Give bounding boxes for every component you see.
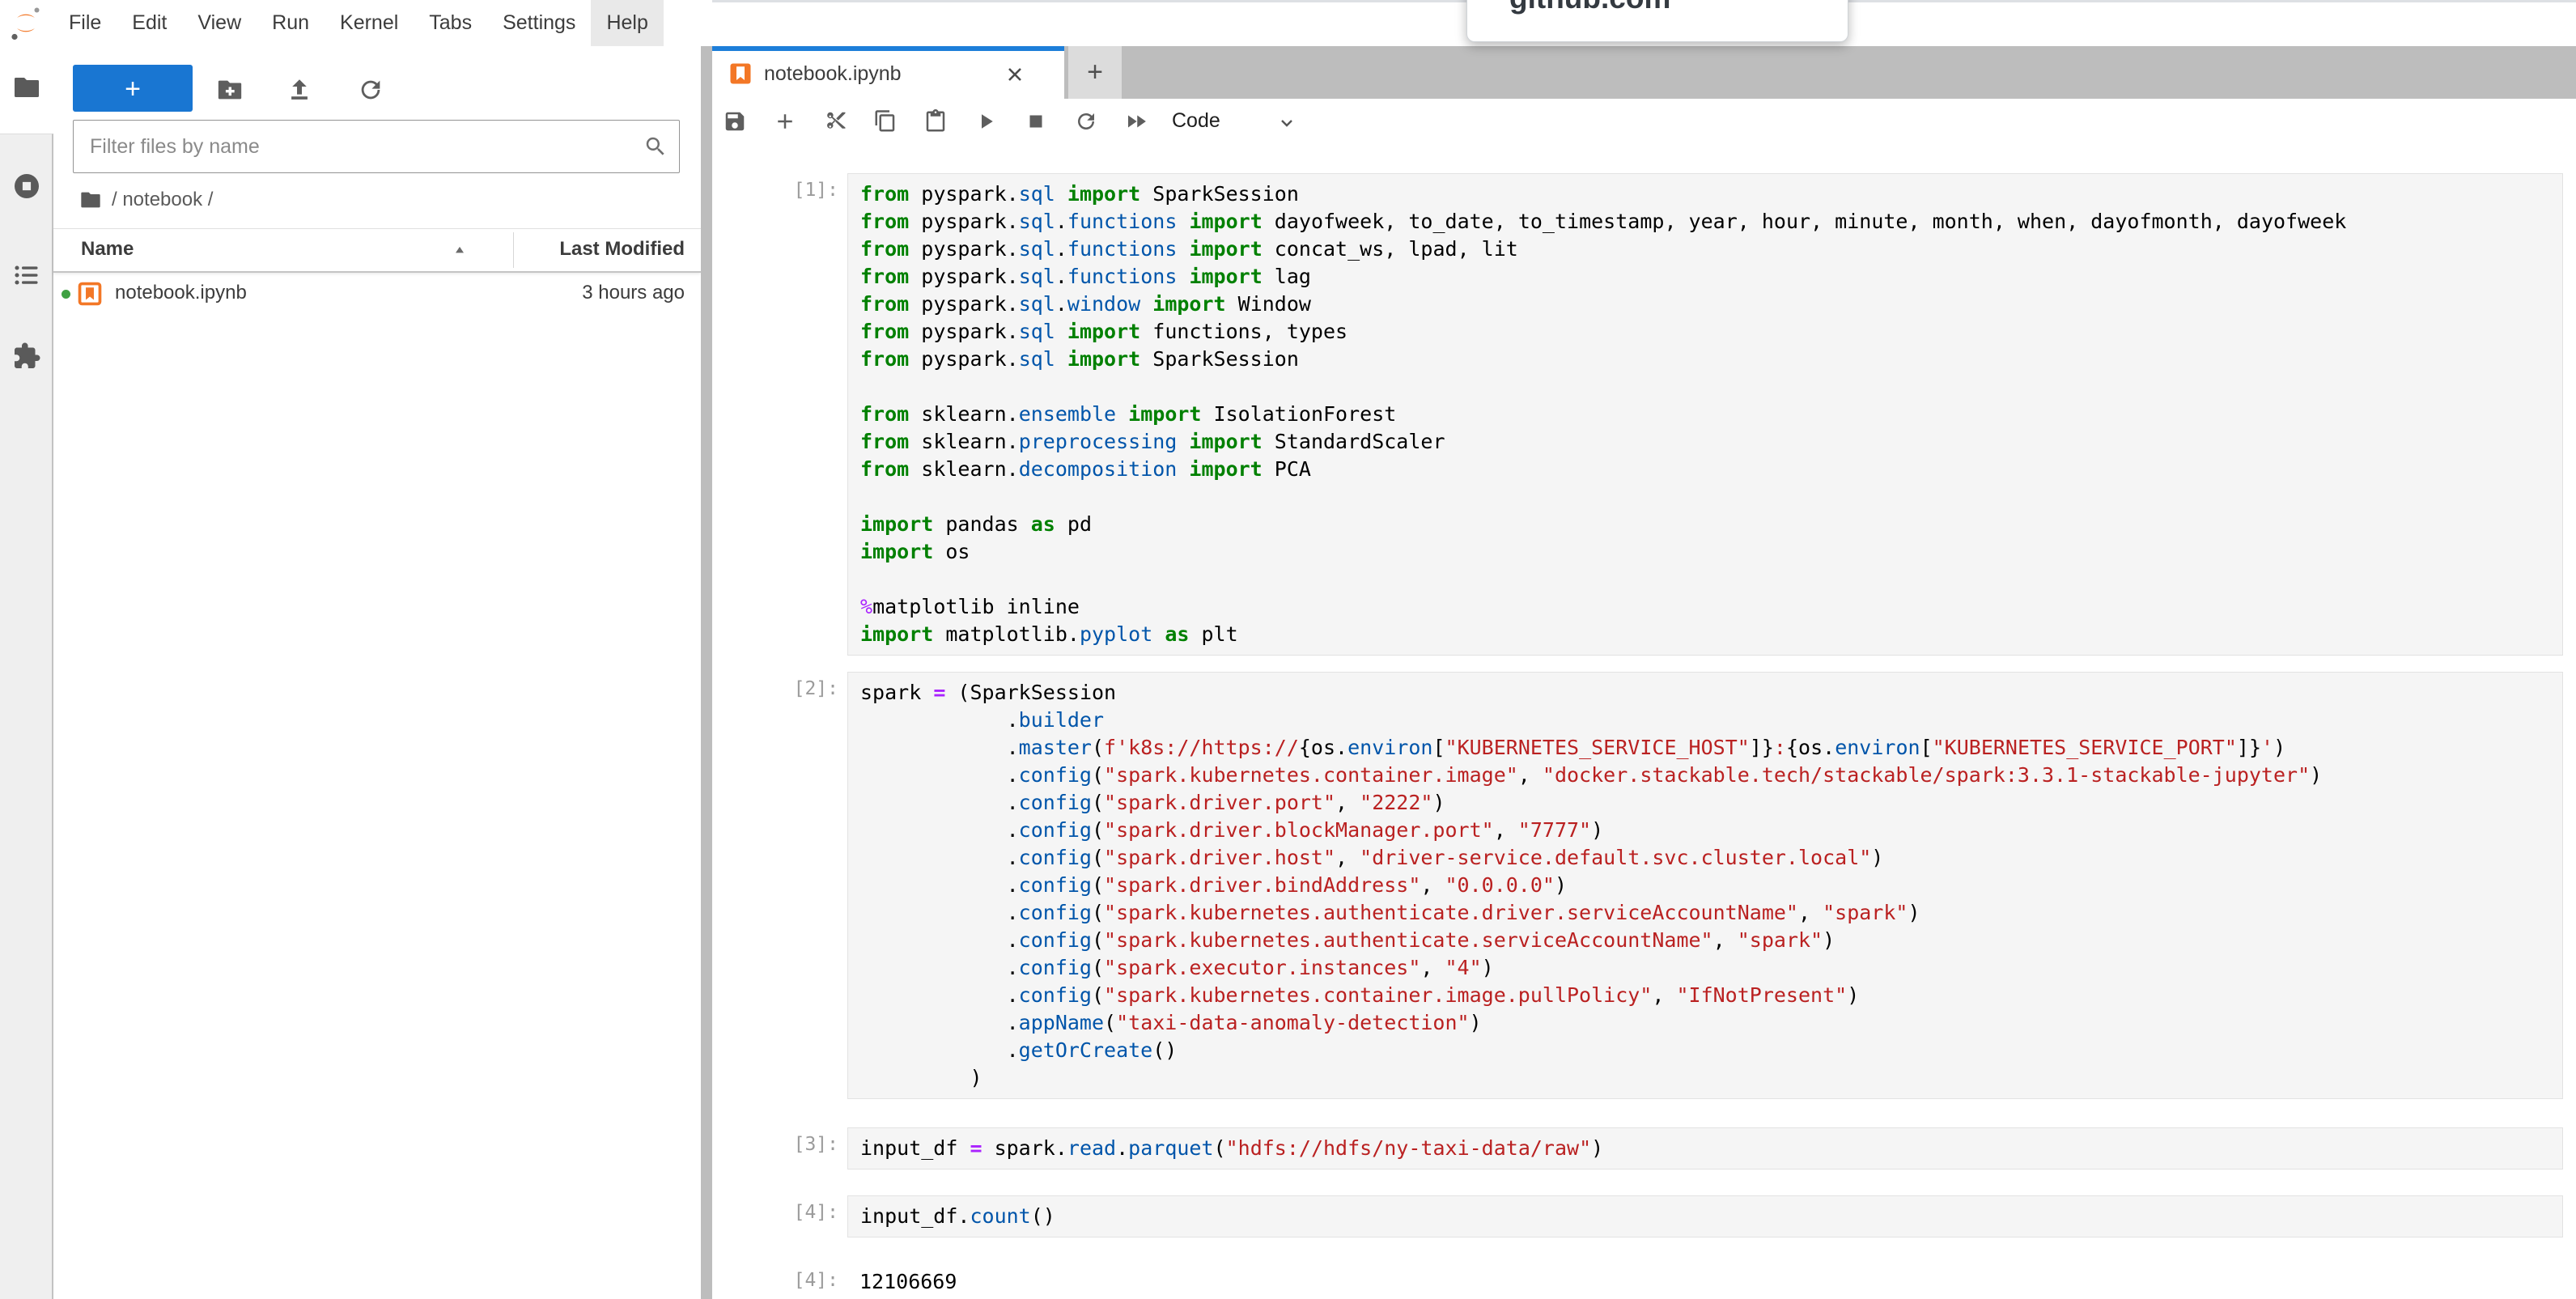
menu-bar: FileEditViewRunKernelTabsSettingsHelp: [0, 0, 2576, 47]
file-modified: 3 hours ago: [582, 282, 685, 304]
file-browser-tab[interactable]: [12, 73, 41, 102]
panel-splitter[interactable]: [701, 46, 712, 1299]
extension-manager-tab[interactable]: [12, 342, 41, 371]
cell-editor[interactable]: input_df.count(): [847, 1195, 2563, 1237]
menu-help[interactable]: Help: [591, 0, 663, 46]
upload-button[interactable]: [286, 76, 313, 104]
new-tab-button[interactable]: +: [1068, 46, 1122, 99]
paste-cells-button[interactable]: [923, 109, 948, 135]
add-cell-button[interactable]: [772, 109, 798, 135]
menu-view[interactable]: View: [182, 0, 257, 46]
cell-prompt: [4]:: [783, 1202, 838, 1223]
menu-edit[interactable]: Edit: [117, 0, 182, 46]
activity-bar-background: [0, 134, 53, 1299]
jupyter-logo-icon: [10, 5, 42, 42]
cell-prompt: [4]:: [783, 1270, 838, 1291]
running-kernels-tab[interactable]: [12, 172, 41, 201]
menu-settings[interactable]: Settings: [487, 0, 591, 46]
breadcrumb[interactable]: / notebook /: [79, 185, 213, 214]
new-launcher-button[interactable]: +: [73, 65, 193, 112]
running-kernels-icon: [12, 172, 41, 201]
extension-manager-icon: [12, 342, 41, 371]
file-browser-panel: + / notebook / Name Last Modified notebo…: [53, 46, 701, 1299]
menu-tabs[interactable]: Tabs: [414, 0, 487, 46]
stop-kernel-icon: [1024, 109, 1048, 134]
file-listing-header: Name Last Modified: [53, 228, 701, 273]
search-icon: [643, 134, 668, 159]
notebook-file-icon: [76, 280, 104, 308]
tab-bar: notebook.ipynb +: [712, 46, 2576, 99]
filter-files-input[interactable]: [88, 121, 634, 172]
column-header-name[interactable]: Name: [81, 238, 134, 261]
cell-type-value: Code: [1172, 109, 1220, 133]
breadcrumb-path: / notebook /: [112, 189, 213, 211]
save-button[interactable]: [722, 109, 748, 135]
stop-kernel-button[interactable]: [1023, 109, 1049, 135]
link-preview-text: github.com: [1509, 0, 1848, 15]
link-preview-popup: github.com: [1466, 0, 1848, 42]
notebook-file-icon: [76, 280, 104, 308]
cell-editor[interactable]: input_df = spark.read.parquet("hdfs://hd…: [847, 1127, 2563, 1170]
file-name: notebook.ipynb: [115, 282, 247, 304]
tab-label: notebook.ipynb: [764, 62, 902, 86]
notebook-cells: [1]: from pyspark.sql import SparkSession…: [712, 144, 2576, 1299]
home-folder-icon: [79, 189, 102, 211]
new-folder-icon: [216, 76, 244, 104]
table-of-contents-icon: [12, 261, 41, 290]
run-all-cells-button[interactable]: [1123, 109, 1149, 135]
sort-ascending-icon[interactable]: [452, 242, 468, 258]
column-divider: [513, 232, 514, 268]
notebook-file-icon: [728, 62, 753, 86]
tab-close-button[interactable]: [1002, 62, 1028, 87]
column-header-modified[interactable]: Last Modified: [559, 238, 685, 261]
cell-prompt: [1]:: [783, 180, 838, 201]
close-icon: [1004, 63, 1026, 86]
cell-editor[interactable]: from pyspark.sql import SparkSessionfrom…: [847, 173, 2563, 656]
table-of-contents-tab[interactable]: [12, 261, 41, 290]
upload-icon: [286, 76, 313, 104]
cell-prompt: [3]:: [783, 1134, 838, 1155]
menu-file[interactable]: File: [53, 0, 117, 46]
run-all-cells-icon: [1124, 109, 1148, 134]
paste-cells-icon: [923, 109, 948, 134]
jupyterlab-window: FileEditViewRunKernelTabsSettingsHelp + …: [0, 0, 2576, 1299]
activity-bar: [0, 46, 53, 1299]
chevron-down-icon: [1277, 113, 1296, 133]
menu-kernel[interactable]: Kernel: [325, 0, 414, 46]
cell-editor[interactable]: spark = (SparkSession .builder .master(f…: [847, 672, 2563, 1099]
save-icon: [723, 109, 747, 134]
notebook-toolbar: Code: [712, 99, 2576, 146]
menu-items: FileEditViewRunKernelTabsSettingsHelp: [53, 0, 664, 46]
refresh-button[interactable]: [357, 76, 384, 104]
copy-cells-icon: [873, 109, 898, 134]
new-folder-button[interactable]: [216, 76, 244, 104]
copy-cells-button[interactable]: [872, 109, 898, 135]
cut-cells-icon: [823, 109, 847, 134]
restart-kernel-icon: [1074, 109, 1098, 134]
restart-kernel-button[interactable]: [1073, 109, 1099, 135]
cell-prompt: [2]:: [783, 678, 838, 699]
filter-box: [73, 120, 680, 173]
tab-notebook[interactable]: notebook.ipynb: [712, 46, 1064, 99]
cut-cells-button[interactable]: [822, 109, 848, 135]
run-cell-icon: [974, 109, 998, 134]
file-row[interactable]: notebook.ipynb 3 hours ago: [53, 270, 701, 317]
main-dock: notebook.ipynb + Code [1]: from pyspark.s…: [712, 46, 2576, 1299]
add-cell-icon: [773, 109, 797, 134]
menu-run[interactable]: Run: [257, 0, 325, 46]
cell-output-text: 12106669: [859, 1270, 957, 1293]
file-browser-icon: [12, 73, 41, 102]
refresh-icon: [357, 76, 384, 104]
kernel-running-dot: [62, 290, 70, 299]
cell-type-dropdown[interactable]: Code: [1165, 107, 1303, 138]
run-cell-button[interactable]: [973, 109, 999, 135]
